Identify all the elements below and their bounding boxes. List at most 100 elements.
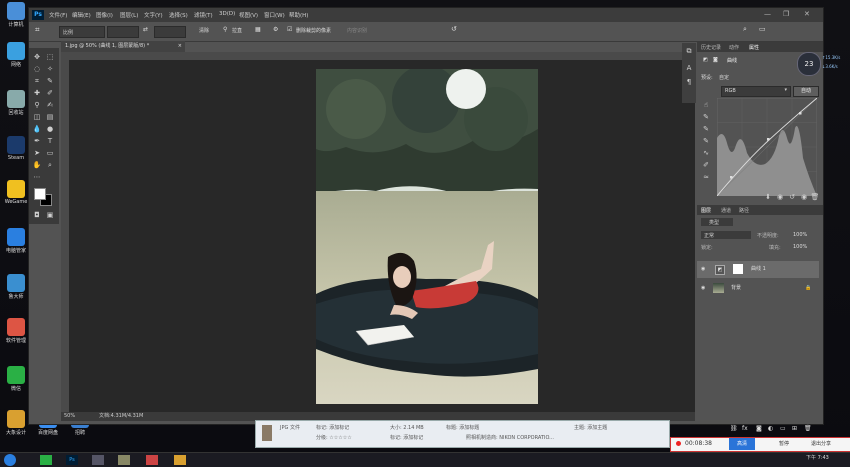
magic-wand-icon[interactable]: ✧: [45, 64, 55, 74]
desktop-icon-wechat[interactable]: 微信: [2, 366, 30, 392]
menu-filter[interactable]: 滤镜(T): [194, 11, 213, 19]
tab-channels[interactable]: 通道: [721, 207, 731, 214]
width-field[interactable]: [107, 26, 139, 38]
ratio-select[interactable]: 比例: [59, 26, 105, 38]
layer-filter-select[interactable]: 类型: [701, 218, 733, 226]
hd-button[interactable]: 高清: [729, 438, 755, 450]
desktop-icon-wegame[interactable]: WeGame: [2, 180, 30, 205]
reset-icon[interactable]: ↺: [451, 25, 457, 33]
menu-window[interactable]: 窗口(W): [264, 11, 285, 19]
desktop-icon-steam[interactable]: Steam: [2, 136, 30, 161]
document-tab[interactable]: 1.jpg @ 50% (曲线 1, 图层蒙版/8) * ×: [61, 41, 185, 52]
opacity-field[interactable]: 100%: [793, 232, 807, 238]
tab-paths[interactable]: 路径: [739, 207, 749, 214]
photoshop-task-icon[interactable]: Ps: [66, 455, 78, 465]
menu-help[interactable]: 帮助(H): [289, 11, 308, 19]
desktop-icon-computer[interactable]: 计算机: [2, 2, 30, 28]
zoom-level[interactable]: 50%: [64, 412, 75, 421]
foreground-color-swatch[interactable]: [34, 188, 46, 200]
pencil-icon[interactable]: ✐: [701, 160, 711, 170]
clip-layer-icon[interactable]: ⬇: [763, 192, 773, 202]
paragraph-panel-icon[interactable]: ¶: [684, 77, 694, 87]
straighten-button[interactable]: 拉直: [232, 27, 242, 34]
app-task-icon[interactable]: [118, 455, 130, 465]
search-icon[interactable]: ⌕: [743, 25, 747, 34]
speed-badge[interactable]: 23: [797, 52, 821, 76]
move-tool-icon[interactable]: ✥: [32, 52, 42, 62]
black-point-eyedropper-icon[interactable]: ✎: [701, 112, 711, 122]
new-adjustment-icon[interactable]: ◐: [768, 425, 773, 432]
fx-icon[interactable]: fx: [742, 425, 748, 432]
layer-background[interactable]: ◉ 背景 🔒: [697, 280, 819, 297]
title-field[interactable]: 标题: 添加标题: [446, 424, 479, 431]
channel-select[interactable]: RGB ▾: [721, 86, 791, 97]
new-layer-icon[interactable]: ⊞: [792, 425, 797, 432]
desktop-icon-ludashi[interactable]: 鲁大师: [2, 274, 30, 300]
brush-icon[interactable]: ✐: [45, 88, 55, 98]
delete-layer-icon[interactable]: 🗑: [804, 425, 812, 432]
healing-brush-icon[interactable]: ✚: [32, 88, 42, 98]
start-icon[interactable]: [4, 454, 16, 466]
desktop-icon-apps[interactable]: 软件管理: [2, 318, 30, 344]
reset-adjust-icon[interactable]: ↺: [787, 192, 797, 202]
history-brush-icon[interactable]: ✍: [45, 100, 55, 110]
hand-icon[interactable]: ✋: [32, 160, 42, 170]
stamp-icon[interactable]: ⚲: [32, 100, 42, 110]
dodge-icon[interactable]: ●: [45, 124, 55, 134]
eye-icon[interactable]: ◉: [701, 261, 705, 278]
desktop-icon-recycle-bin[interactable]: 回收站: [2, 90, 30, 116]
wechat-task-icon[interactable]: [40, 455, 52, 465]
pause-button[interactable]: 暂停: [779, 440, 789, 447]
mask-thumbnail[interactable]: [733, 264, 743, 274]
preset-select[interactable]: 自定: [719, 74, 729, 81]
minimize-icon[interactable]: —: [764, 10, 771, 18]
tag-field-2[interactable]: 标记: 添加标记: [390, 434, 423, 441]
gradient-icon[interactable]: ▤: [45, 112, 55, 122]
pen-icon[interactable]: ✒: [32, 136, 42, 146]
eyedropper-icon[interactable]: ✎: [45, 76, 55, 86]
zoom-icon[interactable]: ⌕: [45, 160, 55, 170]
swap-icon[interactable]: ⇄: [143, 26, 148, 33]
smooth-icon[interactable]: ≈: [701, 172, 711, 182]
fill-field[interactable]: 100%: [793, 244, 807, 250]
menu-3d[interactable]: 3D(D): [219, 11, 235, 17]
app-task-icon[interactable]: [146, 455, 158, 465]
gray-point-eyedropper-icon[interactable]: ✎: [701, 124, 711, 134]
marquee-tool-icon[interactable]: ⬚: [45, 52, 55, 62]
screen-mode-icon[interactable]: ▣: [45, 210, 55, 220]
curve-edit-icon[interactable]: ∿: [701, 148, 711, 158]
exit-share-button[interactable]: 退出分享: [811, 440, 831, 447]
shape-icon[interactable]: ▭: [45, 148, 55, 158]
crop-tool-icon[interactable]: ⌗: [35, 25, 40, 35]
eye-icon[interactable]: ◉: [701, 280, 705, 297]
crop-icon[interactable]: ⌗: [32, 76, 42, 86]
rating-field[interactable]: 分级: ☆☆☆☆☆: [316, 434, 352, 441]
clear-button[interactable]: 清除: [199, 27, 209, 34]
blur-icon[interactable]: 💧: [32, 124, 42, 134]
blend-mode-select[interactable]: 正常: [701, 231, 751, 239]
desktop-icon-network[interactable]: 网络: [2, 42, 30, 68]
height-field[interactable]: [154, 26, 186, 38]
photo-image[interactable]: [316, 69, 538, 404]
view-previous-icon[interactable]: ◉: [775, 192, 785, 202]
history-panel-icon[interactable]: ⧉: [684, 46, 694, 56]
character-panel-icon[interactable]: A: [684, 63, 694, 73]
clock[interactable]: 下午 7:43: [806, 454, 829, 461]
delete-pixels-checkbox[interactable]: ☑: [287, 26, 292, 33]
trash-icon[interactable]: 🗑: [810, 192, 820, 202]
white-point-eyedropper-icon[interactable]: ✎: [701, 136, 711, 146]
layer-name[interactable]: 曲线 1: [751, 261, 766, 278]
visibility-icon[interactable]: ◉: [799, 192, 809, 202]
maximize-icon[interactable]: ❐: [783, 10, 789, 18]
eraser-icon[interactable]: ◫: [32, 112, 42, 122]
menu-edit[interactable]: 编辑(E): [72, 11, 91, 19]
menu-file[interactable]: 文件(F): [49, 11, 67, 19]
tab-layers[interactable]: 图层: [701, 207, 711, 214]
tag-field[interactable]: 标记: 添加标记: [316, 424, 349, 431]
subject-field[interactable]: 主题: 添加主题: [574, 424, 607, 431]
straighten-icon[interactable]: ⚲: [223, 26, 227, 33]
close-icon[interactable]: ✕: [804, 10, 810, 18]
grid-overlay-icon[interactable]: ▦: [255, 26, 261, 33]
new-group-icon[interactable]: ▭: [780, 425, 786, 432]
auto-button[interactable]: 自动: [793, 86, 819, 97]
